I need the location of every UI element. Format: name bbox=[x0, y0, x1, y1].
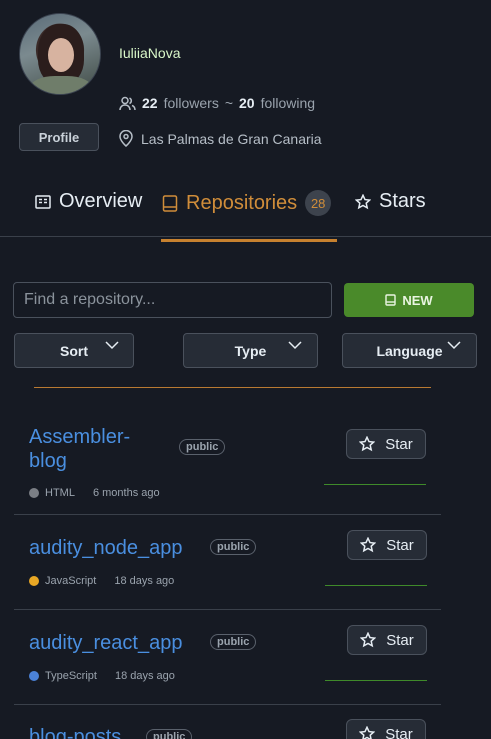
tab-overview[interactable]: Overview bbox=[35, 190, 142, 213]
star-button[interactable]: Star bbox=[347, 530, 427, 560]
follow-stats: 22 followers ~ 20 following bbox=[119, 95, 315, 111]
repo-meta: JavaScript 18 days ago bbox=[29, 575, 174, 587]
repo-meta: TypeScript 18 days ago bbox=[29, 670, 175, 682]
repo-language: JavaScript bbox=[45, 575, 97, 587]
star-button[interactable]: Star bbox=[346, 429, 426, 459]
username[interactable]: IuliiaNova bbox=[119, 45, 180, 61]
tab-stars-label: Stars bbox=[379, 190, 426, 212]
list-top-divider bbox=[34, 387, 431, 388]
row-divider bbox=[14, 514, 441, 515]
following-count[interactable]: 20 bbox=[239, 95, 255, 111]
tabs-divider bbox=[0, 236, 491, 237]
tab-repositories[interactable]: Repositories 28 bbox=[162, 190, 332, 216]
language-color-dot bbox=[29, 488, 39, 498]
avatar bbox=[19, 13, 101, 95]
chevron-down-icon bbox=[447, 341, 461, 350]
star-icon bbox=[359, 436, 376, 452]
sort-dropdown[interactable]: Sort bbox=[14, 333, 134, 368]
repo-title[interactable]: Assembler- blog bbox=[29, 425, 130, 473]
following-label[interactable]: following bbox=[261, 95, 315, 111]
activity-sparkline bbox=[324, 484, 426, 485]
repo-updated: 18 days ago bbox=[114, 670, 175, 682]
new-button-label: NEW bbox=[402, 292, 433, 308]
new-repository-button[interactable]: NEW bbox=[344, 283, 474, 317]
visibility-badge: public bbox=[146, 729, 193, 739]
tab-repositories-label: Repositories bbox=[186, 191, 298, 214]
repo-title[interactable]: audity_react_app bbox=[29, 631, 182, 655]
star-icon bbox=[360, 632, 377, 648]
activity-sparkline bbox=[325, 585, 427, 586]
type-label: Type bbox=[234, 342, 267, 359]
star-button[interactable]: Star bbox=[346, 719, 426, 739]
repositories-count-badge: 28 bbox=[305, 190, 332, 216]
repo-icon bbox=[162, 194, 178, 212]
visibility-badge: public bbox=[179, 439, 226, 455]
language-label: Language bbox=[376, 342, 443, 359]
repo-meta: HTML 6 months ago bbox=[29, 487, 160, 499]
active-tab-indicator bbox=[161, 239, 337, 242]
type-dropdown[interactable]: Type bbox=[183, 333, 318, 368]
repo-icon bbox=[385, 294, 397, 306]
language-color-dot bbox=[29, 671, 39, 681]
language-color-dot bbox=[29, 576, 39, 586]
visibility-badge: public bbox=[210, 634, 257, 650]
location: Las Palmas de Gran Canaria bbox=[119, 130, 322, 147]
repo-title[interactable]: blog-posts bbox=[29, 725, 121, 739]
search-input[interactable] bbox=[13, 282, 332, 318]
tab-stars[interactable]: Stars bbox=[355, 190, 426, 213]
row-divider bbox=[14, 704, 441, 705]
star-icon bbox=[355, 193, 371, 209]
profile-button[interactable]: Profile bbox=[19, 123, 99, 151]
repo-language: TypeScript bbox=[45, 670, 97, 682]
row-divider bbox=[14, 609, 441, 610]
star-icon bbox=[360, 537, 377, 553]
chevron-down-icon bbox=[288, 341, 302, 350]
repo-language: HTML bbox=[45, 487, 75, 499]
repo-updated: 6 months ago bbox=[92, 487, 160, 499]
chevron-down-icon bbox=[105, 341, 119, 350]
followers-count[interactable]: 22 bbox=[142, 95, 158, 111]
repo-title[interactable]: audity_node_app bbox=[29, 536, 182, 560]
follow-separator: ~ bbox=[224, 95, 234, 111]
star-button[interactable]: Star bbox=[347, 625, 427, 655]
star-icon bbox=[359, 726, 376, 739]
language-dropdown[interactable]: Language bbox=[342, 333, 477, 368]
activity-sparkline bbox=[325, 680, 427, 681]
followers-label[interactable]: followers bbox=[164, 95, 219, 111]
repo-updated: 18 days ago bbox=[114, 575, 175, 587]
location-pin-icon bbox=[119, 130, 133, 147]
location-text: Las Palmas de Gran Canaria bbox=[141, 130, 322, 147]
sort-label: Sort bbox=[60, 342, 88, 359]
visibility-badge: public bbox=[210, 539, 257, 555]
people-icon bbox=[119, 96, 136, 110]
book-open-icon bbox=[35, 194, 51, 209]
tab-overview-label: Overview bbox=[59, 190, 143, 212]
